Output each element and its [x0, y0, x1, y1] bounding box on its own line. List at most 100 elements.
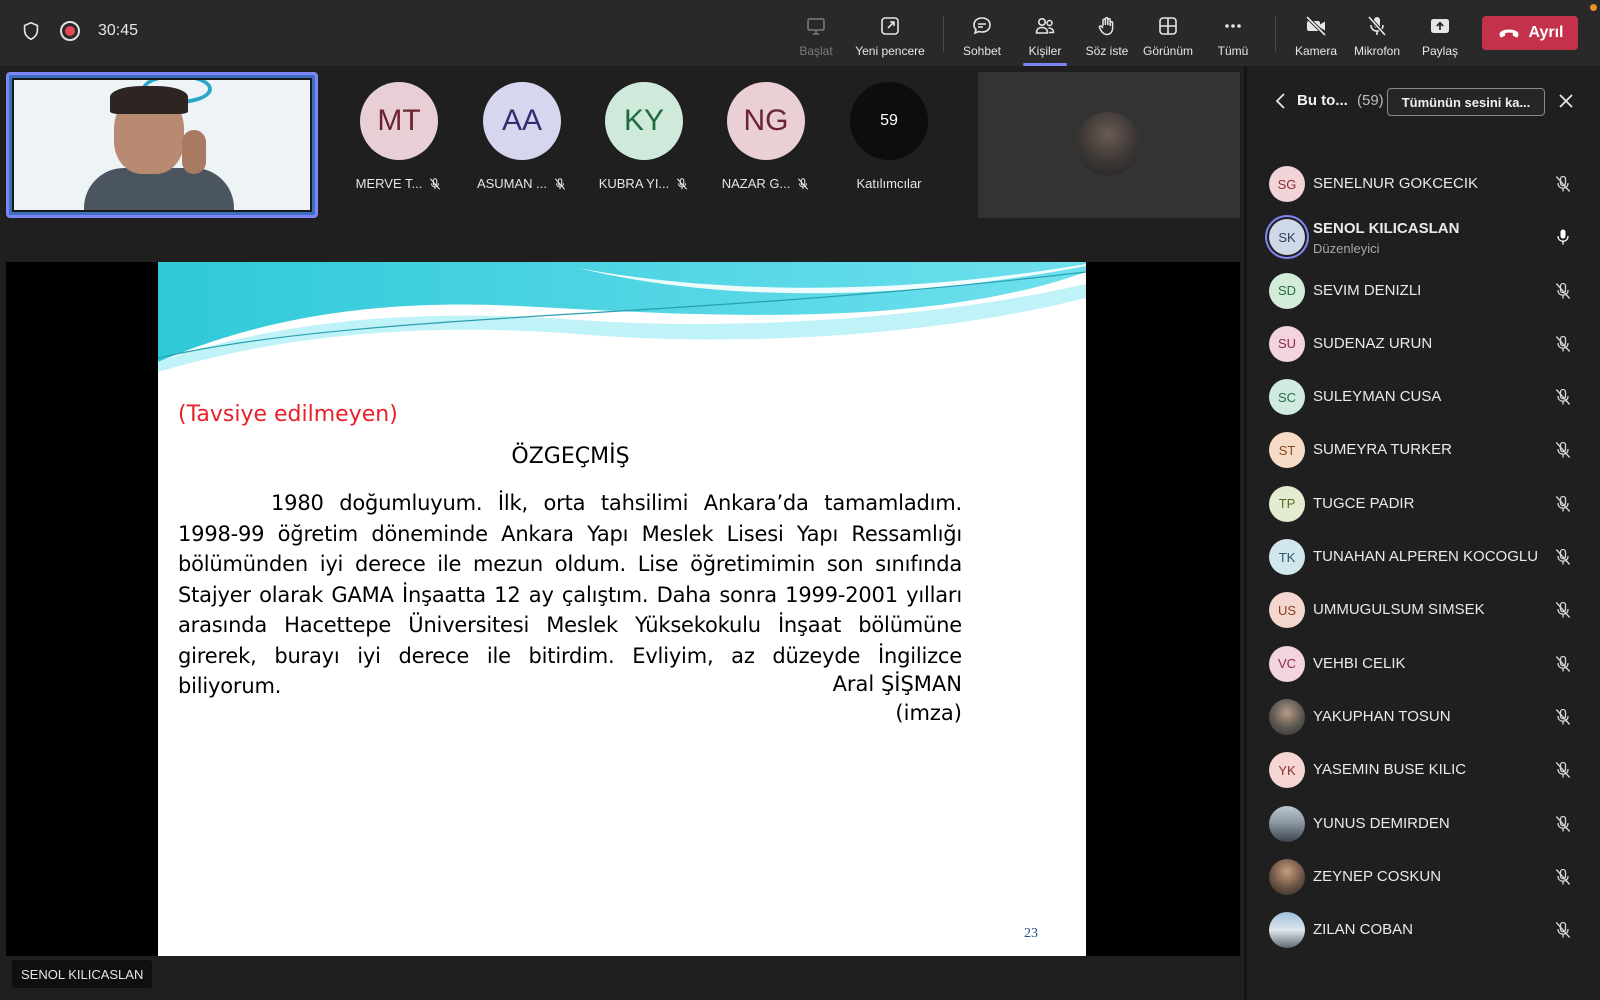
participant-row[interactable]: YK YASEMIN BUSE KILIC [1247, 744, 1600, 797]
avatar-initials: SD [1277, 283, 1297, 299]
slide-signature: Aral ŞİŞMAN (imza) [178, 670, 962, 728]
participant-tile[interactable]: MT MERVE T... [343, 82, 455, 202]
avatar: AA [483, 82, 561, 160]
leave-button[interactable]: Ayrıl [1482, 16, 1578, 50]
phone-hangup-icon [1499, 29, 1518, 38]
avatar [1269, 858, 1305, 895]
avatar-initials: MT [377, 104, 421, 137]
slide-wave-decoration [158, 262, 1086, 372]
new-window-label: Yeni pencere [855, 44, 925, 58]
avatar-initials: SC [1277, 389, 1297, 405]
mic-off-icon [1555, 868, 1571, 885]
participant-row[interactable]: TP TUGCE PADIR [1247, 478, 1600, 531]
participant-tile[interactable]: KY KUBRA YI... [588, 82, 700, 202]
participant-tile[interactable]: AA ASUMAN ... [466, 82, 578, 202]
view-label: Görünüm [1142, 44, 1194, 58]
speaker-hair [110, 86, 188, 114]
participant-name: MERVE T... [355, 176, 423, 191]
avatar-initials: VC [1277, 656, 1297, 672]
participant-row[interactable]: YUNUS DEMIRDEN [1247, 798, 1600, 851]
close-icon[interactable] [1557, 92, 1575, 110]
participant-row[interactable]: TK TUNAHAN ALPEREN KOCOGLU [1247, 531, 1600, 584]
participant-row[interactable]: ZILAN COBAN [1247, 904, 1600, 957]
recording-icon [60, 21, 80, 41]
mic-off-icon [1555, 602, 1571, 619]
meeting-stage: MT MERVE T... AA ASUMAN ... KY KUBRA YI.… [0, 66, 1244, 1000]
mic-off-icon [1555, 708, 1571, 725]
people-label: Kişiler [1028, 44, 1062, 58]
participant-name: YAKUPHAN TOSUN [1313, 707, 1451, 725]
avatar: US [1269, 592, 1305, 629]
avatar: SC [1269, 379, 1305, 416]
panel-title: Bu to... [1297, 92, 1348, 109]
participant-name: NAZAR G... [721, 176, 791, 191]
participant-row[interactable]: SC SULEYMAN CUSA [1247, 371, 1600, 424]
participant-row[interactable]: YAKUPHAN TOSUN [1247, 691, 1600, 744]
more-icon [1225, 24, 1241, 28]
mic-off-icon [677, 177, 688, 190]
avatar-initials: YK [1278, 762, 1296, 778]
screen-icon [807, 18, 825, 35]
chat-label: Sohbet [962, 44, 1002, 58]
participant-row[interactable]: SK SENOL KILICASLAN Düzenleyici [1247, 211, 1600, 264]
participant-name-row: ASUMAN ... [466, 176, 578, 191]
participant-name: SULEYMAN CUSA [1313, 388, 1442, 406]
mic-off-icon [1555, 282, 1571, 299]
participant-row[interactable]: VC VEHBI CELIK [1247, 638, 1600, 691]
participant-name-row: KUBRA YI... [588, 176, 700, 191]
participant-video-tile[interactable] [978, 72, 1240, 218]
avatar: MT [360, 82, 438, 160]
speaker-video-tile[interactable] [6, 72, 318, 218]
more-button[interactable]: Tümü [1193, 8, 1273, 62]
chevron-left-icon[interactable] [1273, 92, 1289, 110]
presenter-name-tag: SENOL KILICASLAN [12, 960, 153, 988]
grid-icon [1159, 17, 1177, 35]
mic-off-icon [1555, 548, 1571, 566]
share-icon [1431, 19, 1449, 33]
participant-name: ASUMAN ... [476, 176, 548, 191]
participant-row[interactable]: SG SENELNUR GOKCECIK [1247, 158, 1600, 211]
slide-red-heading: (Tavsiye edilmeyen) [178, 402, 398, 427]
presentation-slide: (Tavsiye edilmeyen) ÖZGEÇMİŞ 1980 doğuml… [158, 262, 1086, 956]
people-panel: Bu to... (59) Tümünün sesini ka... SG SEN… [1247, 66, 1600, 1000]
participant-name: SUDENAZ URUN [1313, 334, 1433, 352]
participant-row[interactable]: SD SEVIM DENIZLI [1247, 265, 1600, 318]
participant-name: SUMEYRA TURKER [1313, 441, 1452, 459]
participants-overflow-tile[interactable]: 59 Katılımcılar [833, 82, 945, 202]
signature-note: (imza) [895, 701, 962, 725]
avatar: YK [1269, 752, 1305, 789]
mic-off-icon [1367, 15, 1387, 37]
avatar: SU [1269, 325, 1305, 362]
participant-tile[interactable]: NG NAZAR G... [710, 82, 822, 202]
mic-off-icon [1555, 335, 1571, 352]
participant-row[interactable]: ZEYNEP COSKUN [1247, 851, 1600, 904]
shared-screen: (Tavsiye edilmeyen) ÖZGEÇMİŞ 1980 doğuml… [6, 262, 1240, 956]
new-window-button[interactable]: Yeni pencere [850, 8, 930, 62]
popout-icon [881, 17, 899, 35]
hand-icon [1098, 17, 1114, 36]
speaker-hand [182, 130, 206, 174]
share-button[interactable]: Paylaş [1400, 8, 1480, 62]
participant-row[interactable]: ST SUMEYRA TURKER [1247, 424, 1600, 477]
mic-on-icon [1557, 229, 1569, 245]
participant-name: ZEYNEP COSKUN [1313, 867, 1442, 885]
avatar: SK [1269, 219, 1305, 256]
participants-label: Katılımcılar [856, 176, 922, 191]
participant-row[interactable]: US UMMUGULSUM SIMSEK [1247, 584, 1600, 637]
start-button[interactable]: Başlat [776, 8, 856, 62]
avatar-initials: KY [623, 104, 665, 137]
raise-hand-label: Söz iste [1085, 44, 1129, 58]
avatar-initials: TP [1278, 496, 1296, 512]
speaker-body [84, 168, 234, 210]
participant-name-row: MERVE T... [343, 176, 455, 191]
avatar-initials: TK [1278, 549, 1296, 565]
participant-name: KUBRA YI... [598, 176, 670, 191]
mic-off-icon [554, 177, 566, 190]
slide-page-number: 23 [1024, 926, 1038, 941]
participant-name: TUGCE PADIR [1313, 494, 1415, 512]
participant-name: YUNUS DEMIRDEN [1313, 814, 1450, 832]
participant-name: SENELNUR GOKCECIK [1313, 175, 1479, 192]
mute-all-button[interactable]: Tümünün sesini ka... [1387, 88, 1545, 116]
participant-row[interactable]: SU SUDENAZ URUN [1247, 318, 1600, 371]
mic-off-icon [1555, 175, 1571, 192]
